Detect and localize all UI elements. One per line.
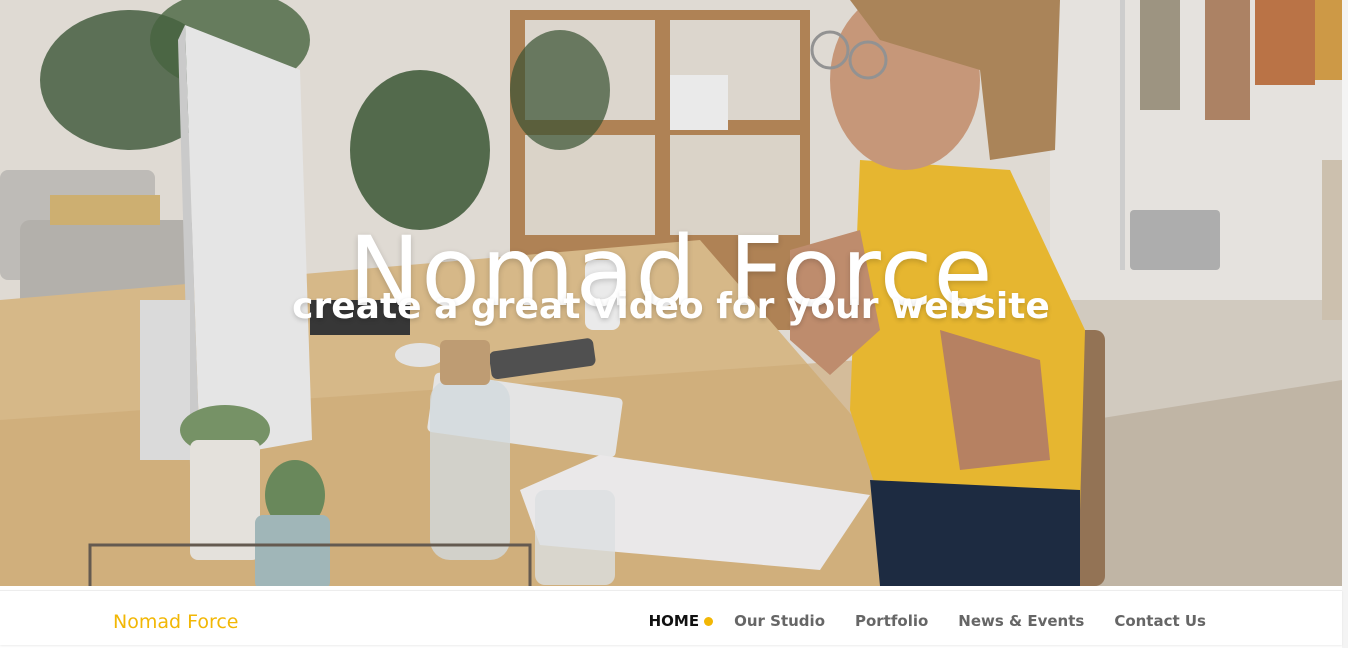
nav-item-label: Portfolio: [855, 612, 929, 630]
nav-item-home[interactable]: HOME: [648, 611, 714, 631]
nav-item-label: News & Events: [958, 612, 1085, 630]
hero-subtitle: create a great video for your website: [292, 286, 1050, 327]
nav-item-portfolio[interactable]: Portfolio: [855, 611, 928, 631]
nav-item-label: Our Studio: [734, 612, 825, 630]
nav-item-our-studio[interactable]: Our Studio: [734, 611, 825, 631]
nav-item-news-events[interactable]: News & Events: [958, 611, 1084, 631]
brand-link[interactable]: Nomad Force: [113, 610, 239, 634]
nav-item-contact-us[interactable]: Contact Us: [1114, 611, 1206, 631]
active-indicator-dot: [704, 616, 714, 626]
nav-item-label: HOME: [648, 612, 700, 630]
nav-menu: HOME Our Studio Portfolio News & Events …: [649, 611, 1206, 631]
nav-item-label: Contact Us: [1114, 612, 1206, 630]
page-edge: [1342, 0, 1348, 648]
hero-section: Nomad Force create a great video for you…: [0, 0, 1342, 586]
navbar: Nomad Force HOME Our Studio Portfolio Ne…: [0, 590, 1342, 645]
page: Nomad Force create a great video for you…: [0, 0, 1348, 648]
